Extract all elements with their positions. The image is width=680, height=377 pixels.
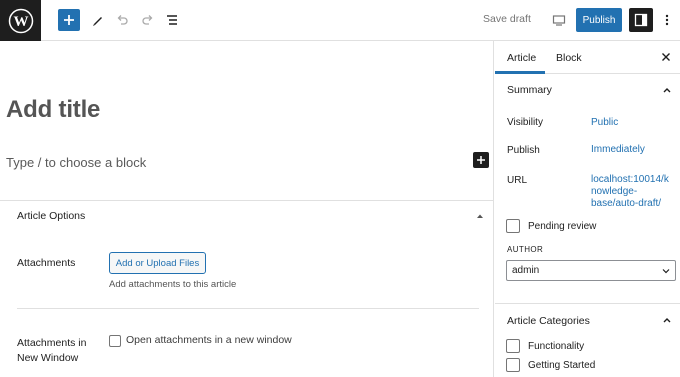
list-view-icon [167,15,177,25]
save-draft-button[interactable]: Save draft [483,13,531,25]
redo-button[interactable] [138,9,158,31]
divider [495,303,680,304]
add-block-button[interactable] [58,9,80,31]
post-title-input[interactable]: Add title [6,96,100,124]
inline-add-block-button[interactable] [473,152,489,168]
redo-icon [142,15,153,25]
new-window-checkbox-label[interactable]: Open attachments in a new window [126,334,292,346]
url-label: URL [507,175,528,186]
sidebar-settings-icon [634,13,648,27]
editor-canvas: Add title Type / to choose a block Artic… [0,41,494,377]
author-label: AUTHOR [507,245,544,254]
author-selected-value: admin [512,265,540,276]
tab-block[interactable]: Block [556,52,582,64]
summary-panel-title[interactable]: Summary [507,84,552,96]
article-options-metabox: Article Options Attachments Add or Uploa… [0,200,494,377]
attachments-help-text: Add attachments to this article [109,279,237,290]
editor-toolbar: W Save draft Publish [0,0,680,41]
publish-button[interactable]: Publish [576,8,622,32]
attachments-label: Attachments [17,257,76,269]
tools-button[interactable] [88,9,108,31]
tab-article[interactable]: Article [507,52,536,64]
new-window-label: Attachments in New Window [17,337,87,364]
category-label-functionality[interactable]: Functionality [528,341,584,352]
caret-up-icon[interactable] [475,211,485,221]
svg-text:W: W [13,14,28,30]
publish-label: Publish [507,145,540,156]
plus-icon [477,156,485,164]
divider [17,308,479,309]
list-view-button[interactable] [162,9,182,31]
url-link[interactable]: localhost:10014/k nowledge- base/auto-dr… [591,174,669,210]
desktop-preview-icon [552,15,566,26]
visibility-label: Visibility [507,117,543,128]
undo-button[interactable] [112,9,132,31]
visibility-link[interactable]: Public [591,117,618,129]
close-icon[interactable] [660,51,672,63]
sidebar-tabs: Article Block [495,41,680,74]
preview-button[interactable] [548,9,570,31]
settings-sidebar: Article Block Summary Visibility Public … [495,41,680,377]
options-button[interactable] [659,9,675,31]
chevron-down-icon [662,269,670,274]
more-vertical-icon [665,14,669,26]
chevron-up-icon[interactable] [662,315,672,325]
settings-toggle-button[interactable] [629,8,653,32]
metabox-title: Article Options [17,210,86,222]
category-checkbox-getting-started[interactable] [506,358,520,372]
active-tab-indicator [495,71,545,74]
undo-icon [117,15,128,25]
pending-review-label[interactable]: Pending review [528,221,596,232]
default-block-appender[interactable]: Type / to choose a block [6,155,146,170]
category-label-getting-started[interactable]: Getting Started [528,360,595,371]
pencil-icon [93,17,102,26]
chevron-up-icon[interactable] [662,85,672,95]
pending-review-checkbox[interactable] [506,219,520,233]
upload-files-button[interactable]: Add or Upload Files [109,252,206,274]
wordpress-logo-icon[interactable]: W [0,0,41,41]
publish-date-link[interactable]: Immediately [591,144,645,156]
author-select[interactable]: admin [506,260,676,281]
plus-icon [64,15,74,25]
new-window-checkbox[interactable] [109,335,121,347]
categories-panel-title[interactable]: Article Categories [507,315,590,327]
category-checkbox-functionality[interactable] [506,339,520,353]
